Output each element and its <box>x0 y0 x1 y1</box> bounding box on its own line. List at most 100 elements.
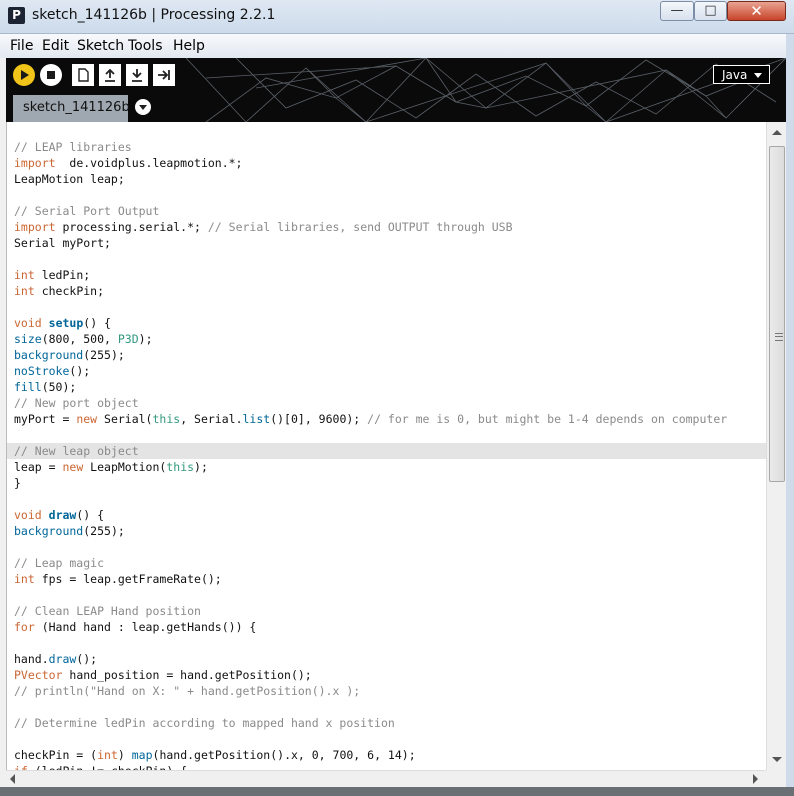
export-arrow-icon <box>158 70 170 80</box>
menu-file[interactable]: File <box>10 38 33 54</box>
tab-menu-button[interactable] <box>135 99 151 115</box>
code-line[interactable]: if (ledPin != checkPin) { <box>14 763 187 770</box>
code-line[interactable]: // New port object <box>14 395 139 411</box>
code-line[interactable]: } <box>14 475 21 491</box>
code-line[interactable]: myPort = new Serial(this, Serial.list()[… <box>14 411 727 427</box>
code-token: draw <box>48 652 77 666</box>
maximize-button[interactable]: □ <box>694 1 727 21</box>
code-line[interactable]: fill(50); <box>14 379 76 395</box>
code-line[interactable]: // Clean LEAP Hand position <box>14 603 201 619</box>
code-token: import <box>14 220 56 234</box>
window-frame <box>786 34 794 787</box>
code-token: list <box>242 412 271 426</box>
minimize-button[interactable]: — <box>660 1 694 21</box>
code-token: void <box>14 316 42 330</box>
code-token: // Serial libraries, send OUTPUT through… <box>207 220 513 234</box>
code-line[interactable]: int ledPin; <box>14 267 90 283</box>
code-token: myPort = <box>14 412 77 426</box>
code-line[interactable]: Serial myPort; <box>14 235 111 251</box>
code-token: this <box>152 412 181 426</box>
code-line[interactable]: // LEAP libraries <box>14 139 132 155</box>
code-token: this <box>166 460 195 474</box>
maximize-icon: □ <box>704 3 717 18</box>
code-token: noStroke <box>14 364 70 378</box>
tab-sketch[interactable]: sketch_141126b <box>13 95 130 122</box>
code-line[interactable]: import de.voidplus.leapmotion.*; <box>14 155 242 171</box>
code-token: background <box>14 524 84 538</box>
vertical-scrollbar[interactable] <box>766 122 787 770</box>
code-token: P3D <box>117 332 139 346</box>
code-line[interactable]: size(800, 500, P3D); <box>14 331 153 347</box>
code-line[interactable]: // println("Hand on X: " + hand.getPosit… <box>14 683 360 699</box>
code-token: // New leap object <box>14 444 139 458</box>
code-line[interactable]: for (Hand hand : leap.getHands()) { <box>14 619 256 635</box>
code-token: checkPin = ( <box>14 748 98 762</box>
code-editor[interactable]: // LEAP libraries import de.voidplus.leap… <box>6 122 767 770</box>
open-button[interactable] <box>99 64 121 86</box>
menu-tools[interactable]: Tools <box>128 38 163 54</box>
code-token: (hand.getPosition().x, 0, 700, 6, 14); <box>152 748 416 762</box>
code-line[interactable]: background(255); <box>14 347 125 363</box>
toolbar: Java sketch_141126b <box>6 58 786 122</box>
code-token: (800, 500, <box>41 332 118 346</box>
scroll-down-icon[interactable] <box>772 757 782 762</box>
code-token: map <box>131 748 153 762</box>
code-token: LeapMotion( <box>83 460 167 474</box>
code-line[interactable]: int checkPin; <box>14 283 104 299</box>
code-line[interactable]: LeapMotion leap; <box>14 171 125 187</box>
export-button[interactable] <box>153 64 175 86</box>
new-sketch-button[interactable] <box>72 64 94 86</box>
code-token: (); <box>69 364 91 378</box>
code-line[interactable]: void setup() { <box>14 315 111 331</box>
code-line[interactable]: // New leap object <box>14 443 139 459</box>
code-token: // LEAP libraries <box>14 140 132 154</box>
horizontal-scrollbar[interactable] <box>6 770 766 787</box>
code-token: background <box>14 348 84 362</box>
mode-selector[interactable]: Java <box>713 65 770 84</box>
mode-label: Java <box>722 68 748 82</box>
code-token: Serial( <box>97 412 153 426</box>
code-token: int <box>97 748 118 762</box>
run-button[interactable] <box>13 64 35 86</box>
code-token: int <box>14 572 35 586</box>
close-icon: ✕ <box>750 2 763 20</box>
stop-button[interactable] <box>40 64 62 86</box>
code-token: ); <box>138 332 153 346</box>
code-line[interactable]: hand.draw(); <box>14 651 97 667</box>
code-line[interactable]: leap = new LeapMotion(this); <box>14 459 208 475</box>
code-token: () { <box>76 508 105 522</box>
scroll-up-icon[interactable] <box>772 130 782 135</box>
scroll-thumb[interactable] <box>769 146 785 482</box>
code-line[interactable]: // Serial Port Output <box>14 203 159 219</box>
code-line[interactable]: background(255); <box>14 523 125 539</box>
code-token: ledPin; <box>34 268 91 282</box>
code-token: // Serial Port Output <box>14 204 160 218</box>
code-token: (255); <box>83 524 125 538</box>
window-title: sketch_141126b | Processing 2.2.1 <box>32 7 276 23</box>
code-token: ()[0], 9600); <box>270 412 368 426</box>
scrollbar-corner <box>766 770 786 786</box>
code-line[interactable]: import processing.serial.*; // Serial li… <box>14 219 513 235</box>
menu-edit[interactable]: Edit <box>42 38 69 54</box>
window-title-bar: P sketch_141126b | Processing 2.2.1 — □ … <box>0 0 794 34</box>
close-button[interactable]: ✕ <box>727 1 786 21</box>
code-line[interactable]: noStroke(); <box>14 363 90 379</box>
code-line[interactable]: // Leap magic <box>14 555 104 571</box>
code-token: PVector <box>14 668 63 682</box>
menu-help[interactable]: Help <box>173 38 205 54</box>
code-token: () { <box>83 316 111 330</box>
code-line[interactable]: void draw() { <box>14 507 104 523</box>
code-line[interactable]: PVector hand_position = hand.getPosition… <box>14 667 312 683</box>
scroll-right-icon[interactable] <box>753 774 758 784</box>
menu-sketch[interactable]: Sketch <box>77 38 124 54</box>
code-line[interactable]: // Determine ledPin according to mapped … <box>14 715 395 731</box>
code-token: fps = leap.getFrameRate(); <box>34 572 222 586</box>
code-line[interactable]: checkPin = (int) map(hand.getPosition().… <box>14 747 416 763</box>
save-button[interactable] <box>126 64 148 86</box>
code-line[interactable]: int fps = leap.getFrameRate(); <box>14 571 222 587</box>
code-token: int <box>14 268 35 282</box>
grip-icon <box>775 333 783 341</box>
scroll-left-icon[interactable] <box>10 774 15 784</box>
